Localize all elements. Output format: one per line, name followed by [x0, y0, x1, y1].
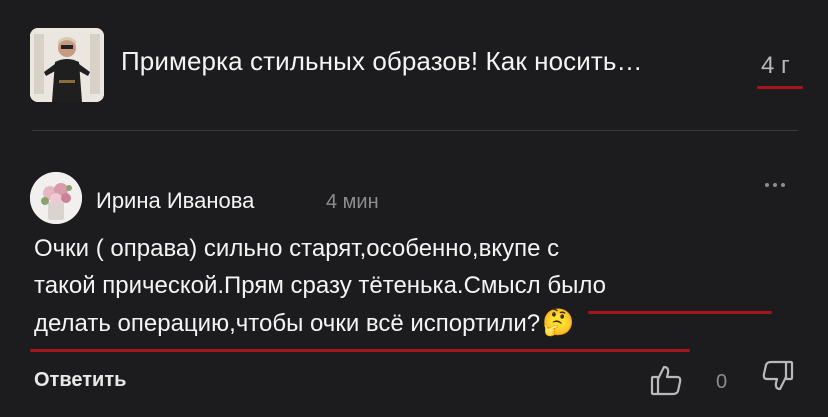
comment-line-3: делать операцию,чтобы очки всё испортили…	[34, 310, 541, 337]
avatar[interactable]	[30, 172, 82, 224]
comment-time: 4 мин	[326, 191, 379, 213]
annotation-underline-line-2	[588, 311, 772, 314]
like-count: 0	[716, 371, 728, 393]
comment-line-2: такой прической.Прям сразу тётенька.Смыс…	[34, 272, 606, 299]
comment-line-1: Очки ( оправа) сильно старят,особенно,вк…	[34, 235, 560, 262]
thumbs-up-icon[interactable]	[649, 362, 685, 398]
comment-line-3-wrap: делать операцию,чтобы очки всё испортили…	[34, 304, 794, 342]
comment-author[interactable]: Ирина Иванова	[96, 188, 254, 214]
video-row[interactable]: Примерка стильных образов! Как носить… 4…	[30, 26, 810, 102]
comment: Ирина Иванова 4 мин Очки ( оправа) сильн…	[30, 172, 810, 412]
divider	[32, 130, 798, 131]
thinking-face-icon: 🤔	[542, 307, 575, 337]
video-thumbnail[interactable]	[30, 28, 104, 102]
thumbs-down-icon[interactable]	[759, 358, 795, 394]
annotation-underline-line-3	[30, 349, 690, 352]
comment-text: Очки ( оправа) сильно старят,особенно,вк…	[34, 230, 794, 342]
reply-button[interactable]: Ответить	[34, 369, 126, 392]
more-options-icon[interactable]	[763, 177, 787, 191]
video-age: 4 г	[761, 52, 790, 79]
video-title[interactable]: Примерка стильных образов! Как носить…	[121, 46, 643, 77]
annotation-underline-age	[757, 86, 803, 89]
